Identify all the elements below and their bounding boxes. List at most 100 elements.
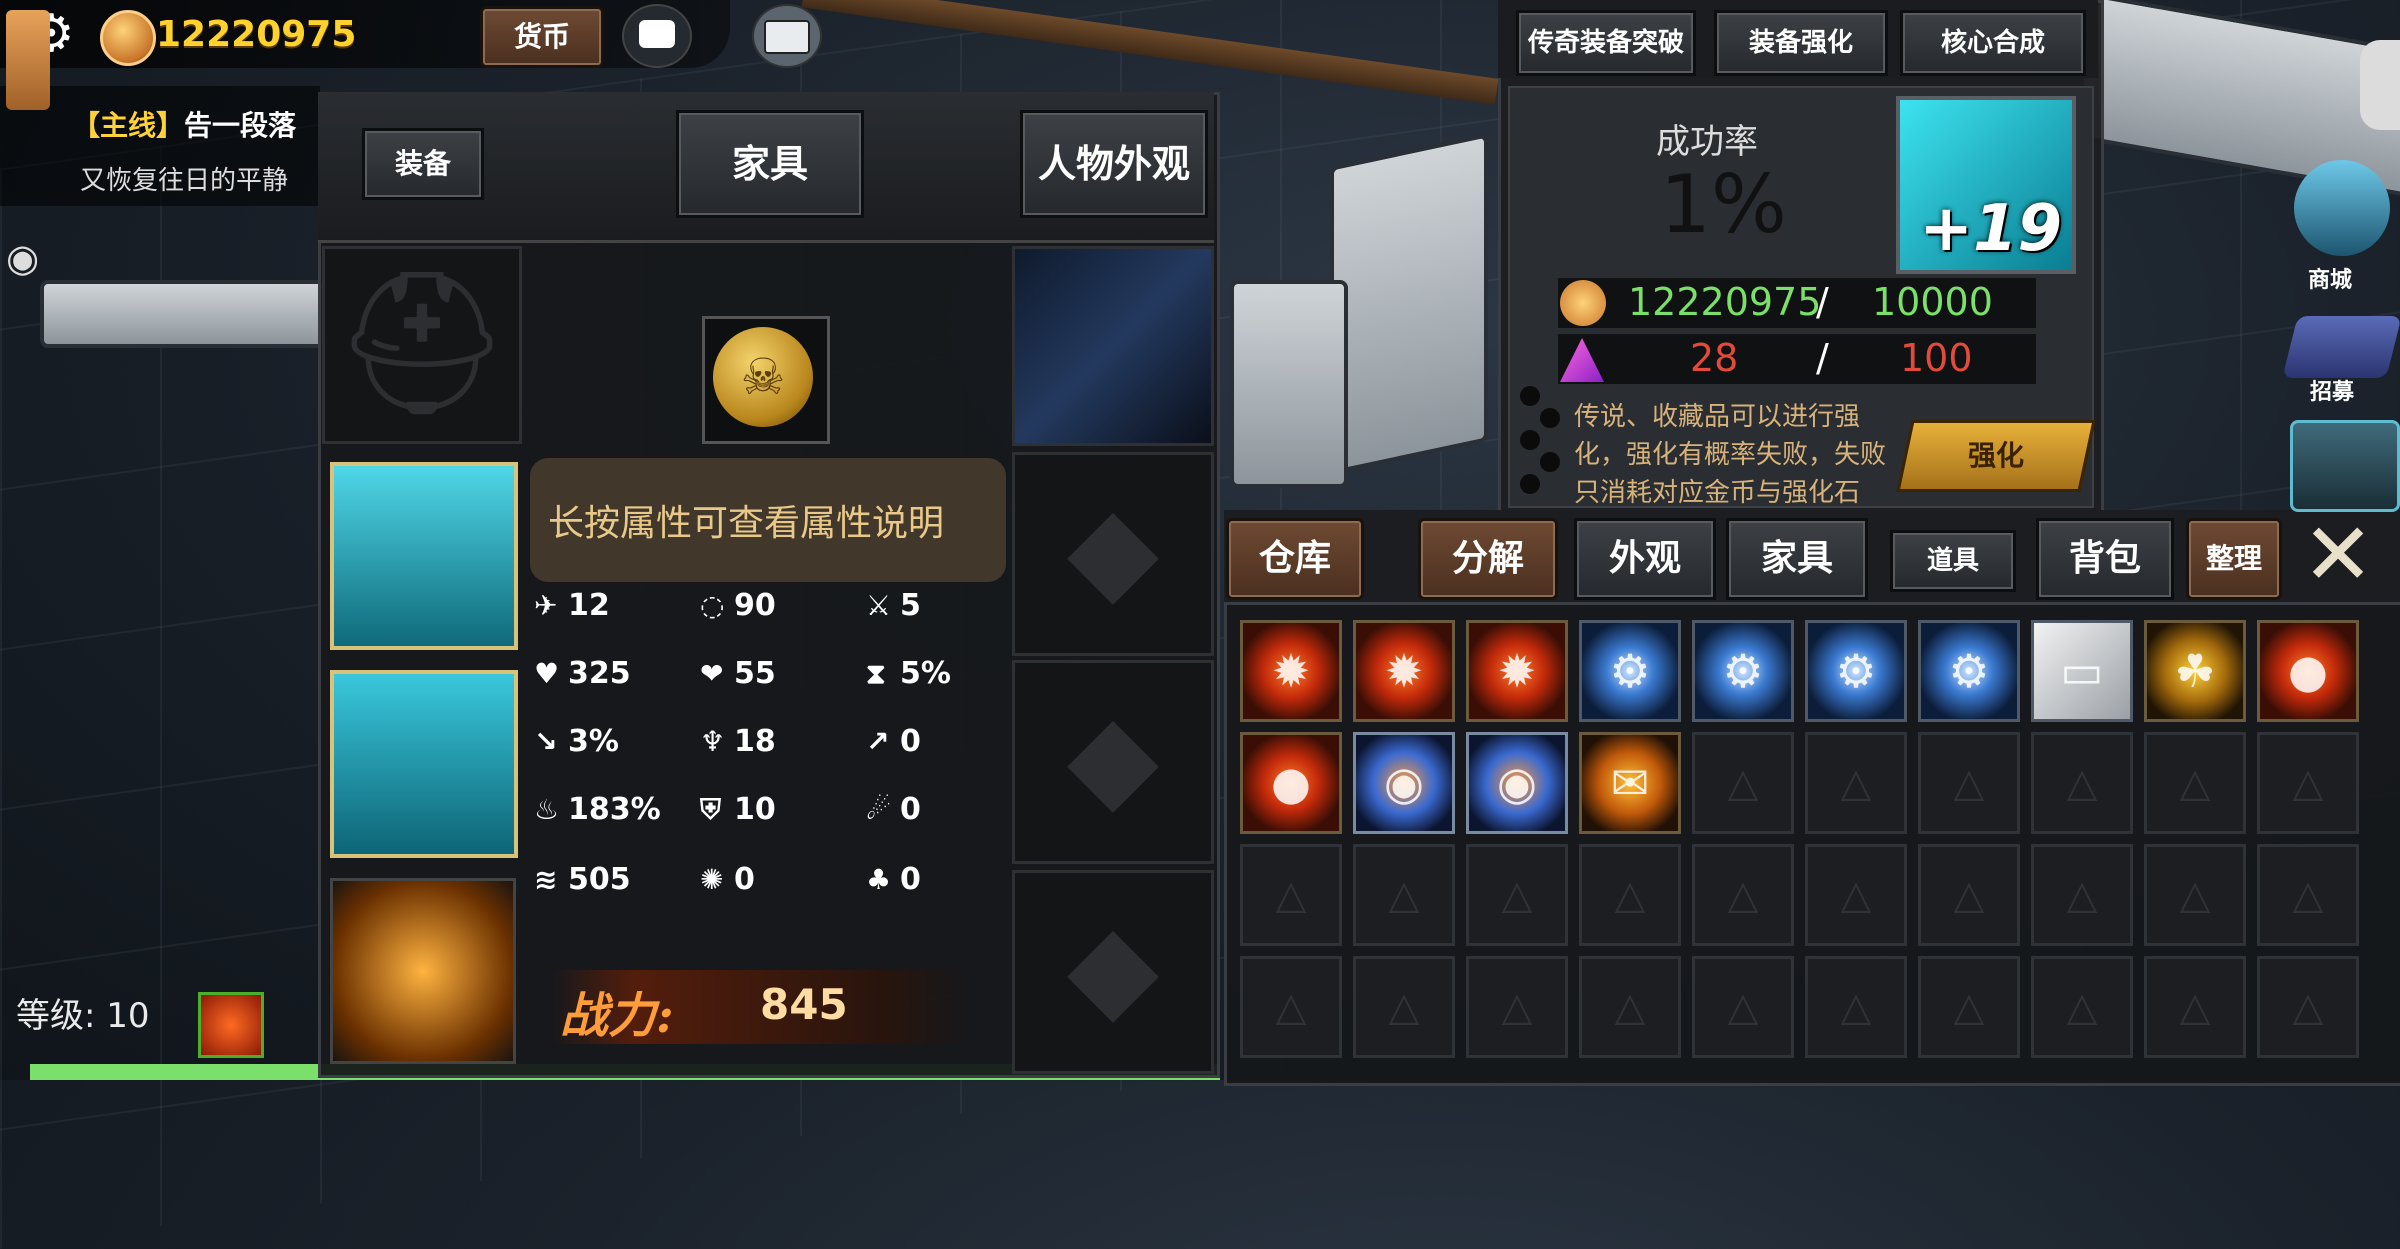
inventory-empty-slot[interactable] (1805, 844, 1907, 946)
attack-speed-icon: ✈ (534, 589, 558, 622)
stat-item[interactable]: ♣ 0 (866, 862, 921, 897)
inventory-item-fire-orb[interactable]: ● (1240, 732, 1342, 834)
inventory-empty-slot[interactable] (1579, 956, 1681, 1058)
gem-slot[interactable]: ◆ (1012, 870, 1214, 1074)
boots-slot[interactable] (330, 878, 516, 1064)
sort-button[interactable]: 整理 (2186, 518, 2282, 600)
tab-furniture[interactable]: 家具 (1726, 518, 1868, 600)
inventory-empty-slot[interactable] (1353, 844, 1455, 946)
inventory-empty-slot[interactable] (2031, 844, 2133, 946)
inventory-item-fire-core[interactable]: ✹ (1353, 620, 1455, 722)
tab-equipment[interactable]: 装备 (362, 128, 484, 200)
currency-button[interactable]: 货币 (480, 6, 604, 68)
inventory-item-gear-core[interactable]: ⚙ (1805, 620, 1907, 722)
inventory-empty-slot[interactable] (2257, 844, 2359, 946)
stat-item[interactable]: ⛨ 10 (700, 792, 776, 827)
skill-slot[interactable] (198, 992, 264, 1058)
gem-slot[interactable]: ◆ (1012, 452, 1214, 656)
weapon-slot[interactable] (1012, 246, 1214, 446)
tab-core-synthesis[interactable]: 核心合成 (1900, 10, 2086, 76)
close-icon[interactable]: ✕ (2290, 512, 2386, 598)
flame-icon: ☄ (866, 793, 892, 826)
inventory-item-fire-core[interactable]: ✹ (1240, 620, 1342, 722)
inventory-empty-slot[interactable] (1466, 844, 1568, 946)
stat-item[interactable]: ♨ 183% (534, 792, 661, 827)
mail-button[interactable] (752, 4, 822, 68)
stat-item[interactable]: ↘ 3% (534, 724, 619, 759)
inventory-empty-slot[interactable] (2257, 732, 2359, 834)
enhance-button[interactable]: 强化 (1896, 420, 2096, 492)
inventory-empty-slot[interactable] (1692, 956, 1794, 1058)
tab-backpack[interactable]: 背包 (2036, 518, 2174, 600)
stat-item[interactable]: ◌ 90 (700, 588, 776, 623)
inventory-empty-slot[interactable] (2144, 956, 2246, 1058)
store-icon[interactable] (2294, 160, 2390, 256)
stat-item[interactable]: ♥ 325 (534, 656, 631, 691)
gear-core-icon: ⚙ (1948, 644, 1990, 698)
inventory-empty-slot[interactable] (1805, 956, 1907, 1058)
side-panel-button[interactable] (2360, 40, 2400, 130)
inventory-item-gear-core[interactable]: ⚙ (1692, 620, 1794, 722)
inventory-empty-slot[interactable] (1805, 732, 1907, 834)
inventory-empty-slot[interactable] (1918, 956, 2020, 1058)
stat-item[interactable]: ✈ 12 (534, 588, 610, 623)
stone-need: 100 (1900, 336, 1973, 380)
stat-item[interactable]: ↗ 0 (866, 724, 921, 759)
stat-item[interactable]: ≋ 505 (534, 862, 631, 897)
gem-placeholder-icon: ◆ (1066, 480, 1160, 619)
stat-item[interactable]: ♆ 18 (700, 724, 776, 759)
enhance-target-item[interactable]: +19 (1896, 96, 2076, 274)
stat-item[interactable]: ⧗ 5% (866, 656, 951, 691)
inventory-item-blue-flame-orb[interactable]: ◉ (1466, 732, 1568, 834)
inventory-item-fire-ticket[interactable]: ✉ (1579, 732, 1681, 834)
armor-slot[interactable] (330, 462, 518, 650)
inventory-empty-slot[interactable] (2144, 844, 2246, 946)
stat-item[interactable]: ⚔ 5 (866, 588, 921, 623)
tab-dismantle[interactable]: 分解 (1418, 518, 1558, 600)
gloves-slot[interactable] (330, 670, 518, 858)
tab-appearance[interactable]: 外观 (1574, 518, 1716, 600)
stat-item[interactable]: ❤ 55 (700, 656, 776, 691)
inventory-empty-slot[interactable] (1353, 956, 1455, 1058)
gem-slot[interactable]: ◆ (1012, 660, 1214, 864)
tab-equipment-enhance[interactable]: 装备强化 (1714, 10, 1888, 76)
inventory-empty-slot[interactable] (1466, 956, 1568, 1058)
inventory-empty-slot[interactable] (2031, 956, 2133, 1058)
inventory-empty-slot[interactable] (1240, 956, 1342, 1058)
stat-value: 12 (568, 588, 610, 623)
inventory-empty-slot[interactable] (2031, 732, 2133, 834)
inventory-item-gear-core[interactable]: ⚙ (1579, 620, 1681, 722)
inventory-empty-slot[interactable] (1579, 844, 1681, 946)
inventory-empty-slot[interactable] (1692, 844, 1794, 946)
inventory-empty-slot[interactable] (1918, 732, 2020, 834)
tab-warehouse[interactable]: 仓库 (1226, 518, 1364, 600)
chest-icon[interactable] (2290, 420, 2400, 512)
tab-furniture[interactable]: 家具 (676, 110, 864, 218)
stat-value: 3% (568, 724, 619, 759)
eye-icon[interactable]: ◉ (6, 236, 54, 280)
inventory-empty-slot[interactable] (2257, 956, 2359, 1058)
inventory-empty-slot[interactable] (1918, 844, 2020, 946)
gear-core-icon: ⚙ (1722, 644, 1764, 698)
tab-legendary-breakthrough[interactable]: 传奇装备突破 (1516, 10, 1696, 76)
inventory-empty-slot[interactable] (1240, 844, 1342, 946)
inventory-item-card-item[interactable]: ▭ (2031, 620, 2133, 722)
inventory-item-clover-item[interactable]: ☘ (2144, 620, 2246, 722)
inventory-item-gear-core[interactable]: ⚙ (1918, 620, 2020, 722)
tab-props[interactable]: 道具 (1890, 530, 2016, 592)
helmet-slot[interactable]: ⛑ (322, 246, 522, 444)
fire-orb-icon: ● (1270, 756, 1312, 810)
inventory-item-blue-flame-orb[interactable]: ◉ (1353, 732, 1455, 834)
recruit-icon[interactable] (2282, 316, 2400, 378)
inventory-empty-slot[interactable] (2144, 732, 2246, 834)
gold-amount: 12220975 (156, 14, 357, 55)
emblem-slot[interactable]: ☠ (702, 316, 830, 444)
tab-appearance[interactable]: 人物外观 (1020, 110, 1208, 218)
chat-button[interactable] (622, 4, 692, 68)
inventory-item-fire-core[interactable]: ✹ (1466, 620, 1568, 722)
stat-item[interactable]: ☄ 0 (866, 792, 921, 827)
stat-item[interactable]: ✺ 0 (700, 862, 755, 897)
inventory-item-fire-orb[interactable]: ● (2257, 620, 2359, 722)
inventory-empty-slot[interactable] (1692, 732, 1794, 834)
stat-value: 90 (734, 588, 776, 623)
